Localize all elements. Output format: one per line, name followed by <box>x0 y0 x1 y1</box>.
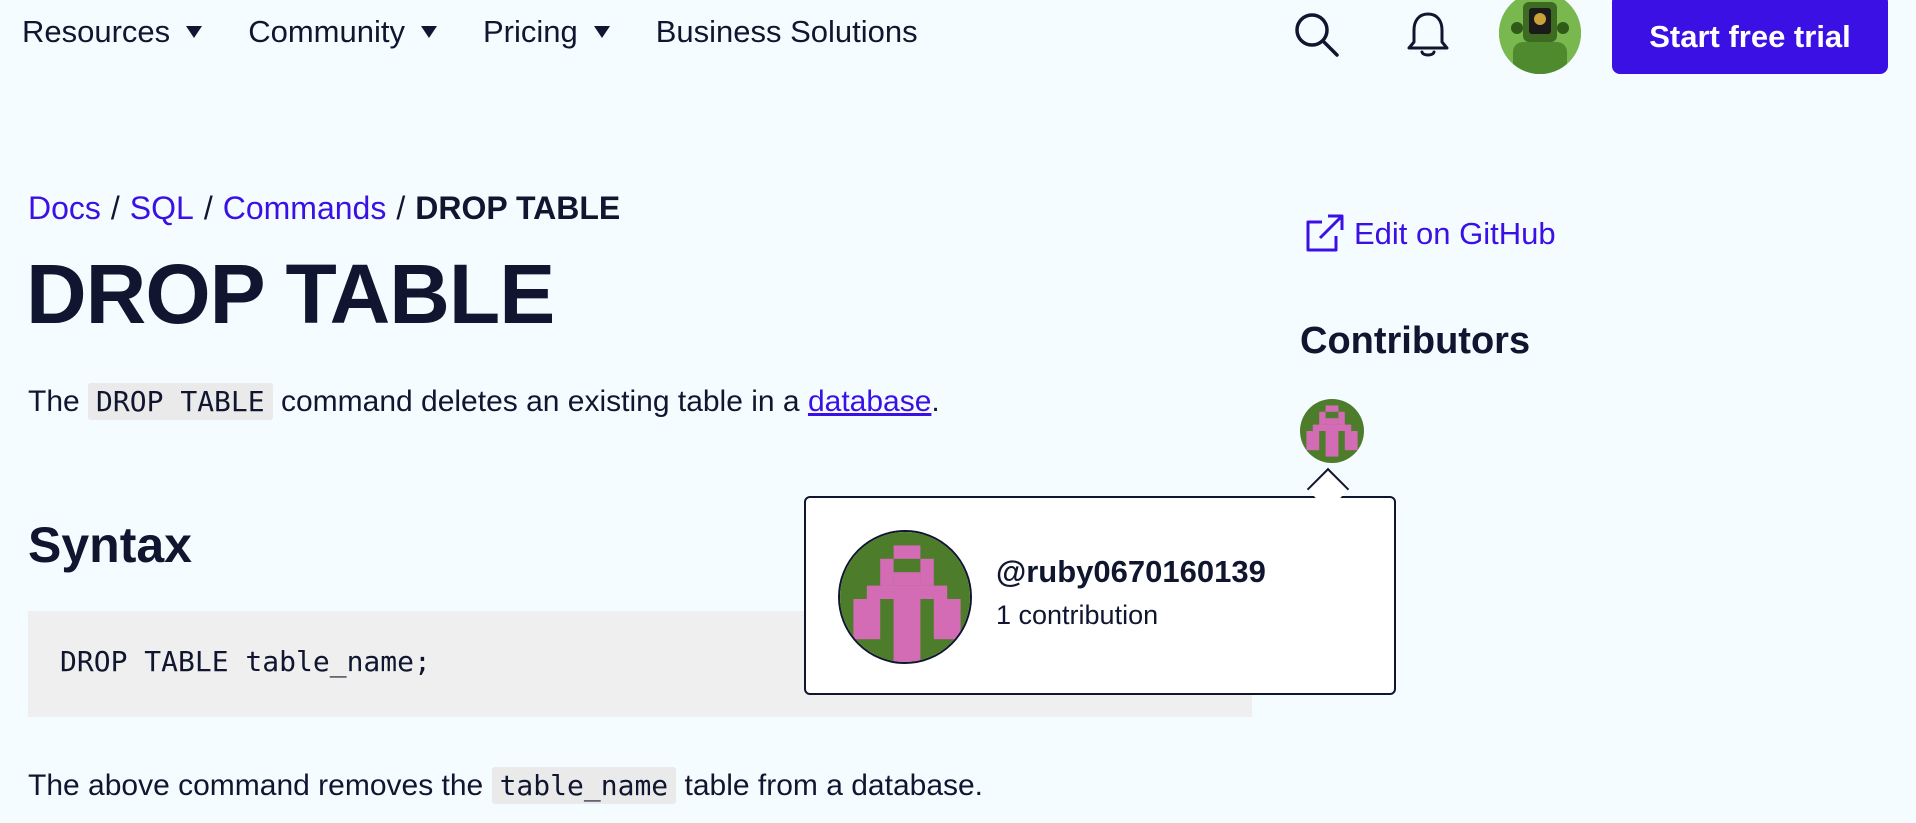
nav-item-business-solutions[interactable]: Business Solutions <box>656 12 918 52</box>
page-title: DROP TABLE <box>26 247 555 341</box>
popover-avatar <box>838 530 972 664</box>
explanation-text-before: The above command removes the <box>28 769 484 802</box>
user-avatar[interactable] <box>1499 0 1581 74</box>
contributor-avatar[interactable] <box>1300 399 1364 463</box>
inline-code: DROP TABLE <box>88 383 273 420</box>
inline-code: table_name <box>491 767 677 804</box>
robot-avatar-icon <box>1499 0 1581 74</box>
breadcrumb-link-commands[interactable]: Commands <box>223 190 387 227</box>
breadcrumb-separator: / <box>203 190 213 226</box>
explanation-text-after: table from a database. <box>684 769 984 802</box>
edit-link-label: Edit on GitHub <box>1354 216 1556 251</box>
intro-paragraph: The DROP TABLE command deletes an existi… <box>28 380 940 424</box>
top-navigation: Resources Community Pricing Business Sol… <box>0 0 1916 74</box>
database-link[interactable]: database <box>808 385 931 418</box>
nav-item-label: Pricing <box>482 14 578 49</box>
caret-down-icon <box>593 26 610 38</box>
contributor-handle[interactable]: @ruby0670160139 <box>996 554 1266 590</box>
breadcrumb: Docs / SQL / Commands / DROP TABLE <box>28 190 620 227</box>
contribution-count: 1 contribution <box>996 600 1159 630</box>
nav-item-label: Business Solutions <box>655 14 918 49</box>
nav-item-resources[interactable]: Resources <box>22 12 203 52</box>
nav-item-pricing[interactable]: Pricing <box>483 12 610 52</box>
search-icon <box>1295 13 1339 57</box>
identicon-icon <box>840 532 970 662</box>
edit-on-github-link[interactable]: Edit on GitHub <box>1302 212 1556 256</box>
caret-down-icon <box>420 26 437 38</box>
breadcrumb-separator: / <box>110 190 120 226</box>
syntax-heading: Syntax <box>28 517 192 573</box>
caret-down-icon <box>186 26 203 38</box>
search-button[interactable] <box>1290 8 1342 60</box>
breadcrumb-separator: / <box>396 190 406 226</box>
breadcrumb-link-sql[interactable]: SQL <box>130 190 194 227</box>
code-text: DROP TABLE table_name; <box>60 645 431 678</box>
contributors-heading: Contributors <box>1300 320 1531 362</box>
breadcrumb-current: DROP TABLE <box>415 190 621 226</box>
start-free-trial-button[interactable]: Start free trial <box>1612 0 1888 74</box>
intro-text-after: . <box>931 385 940 418</box>
contributor-popover: @ruby0670160139 1 contribution <box>804 496 1396 695</box>
trial-button-label: Start free trial <box>1649 19 1851 54</box>
notifications-button[interactable] <box>1402 8 1454 60</box>
explanation-paragraph: The above command removes the table_name… <box>28 764 983 808</box>
bell-icon <box>1407 12 1449 57</box>
breadcrumb-link-docs[interactable]: Docs <box>28 190 101 227</box>
intro-text-before: The <box>28 385 80 418</box>
nav-item-community[interactable]: Community <box>248 12 437 52</box>
external-link-icon <box>1306 214 1344 252</box>
intro-text-middle: command deletes an existing table in a <box>280 385 800 418</box>
identicon-icon <box>1300 399 1364 463</box>
nav-item-label: Resources <box>22 14 171 49</box>
nav-menu: Resources Community Pricing Business Sol… <box>22 12 964 52</box>
nav-item-label: Community <box>248 14 405 49</box>
